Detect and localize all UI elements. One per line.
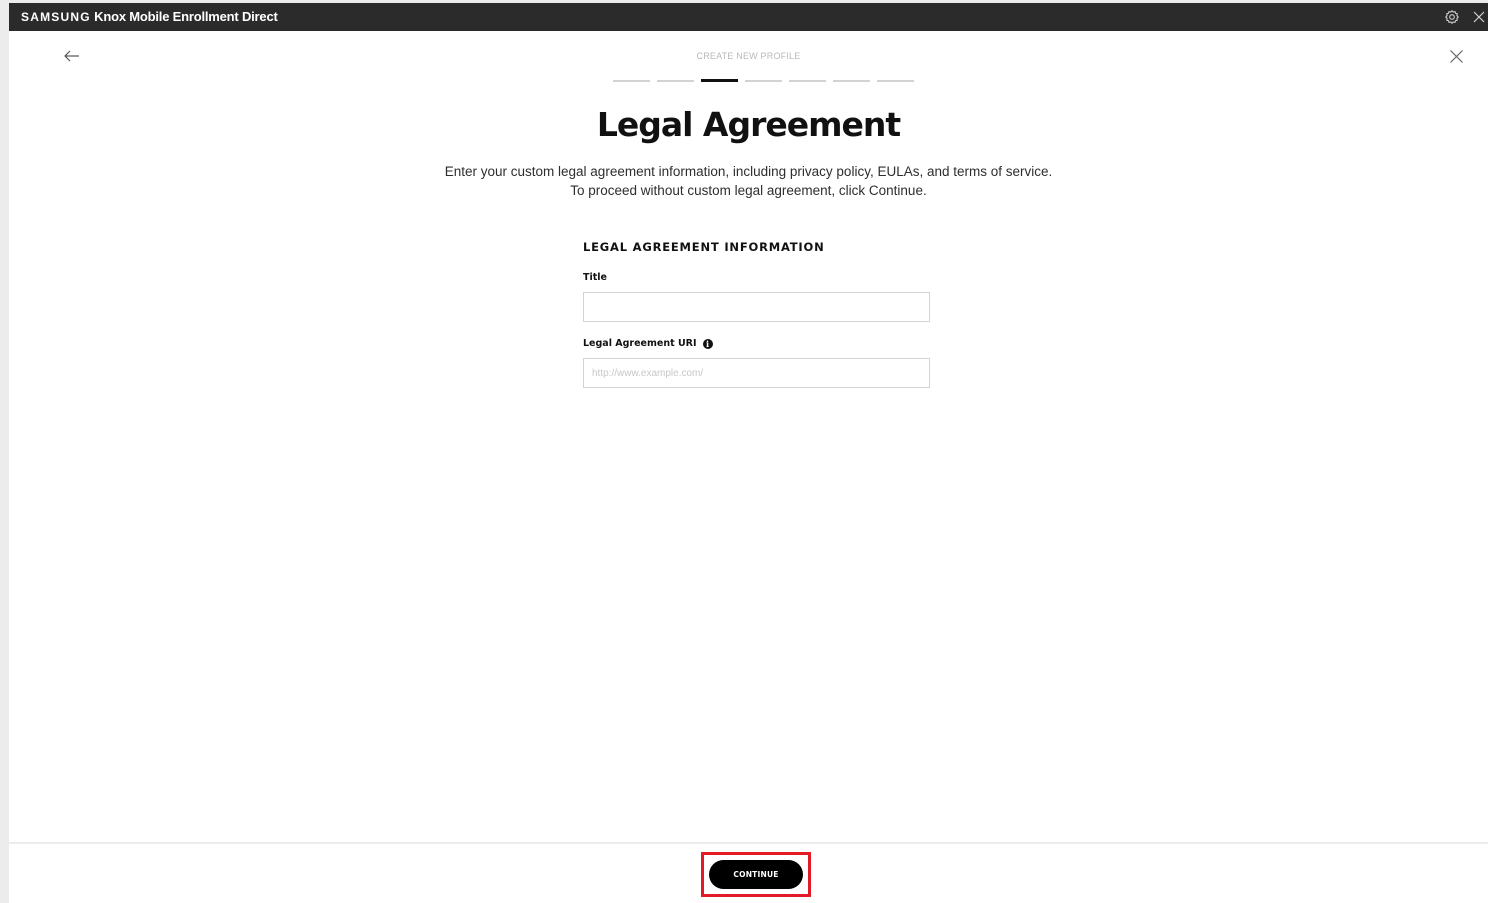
title-label: Title [583, 272, 607, 283]
description-line-1: Enter your custom legal agreement inform… [444, 164, 1053, 179]
gear-icon[interactable] [1444, 9, 1460, 25]
step-indicator [657, 80, 694, 82]
section-title: LEGAL AGREEMENT INFORMATION [583, 240, 825, 254]
info-icon[interactable]: i [702, 338, 713, 349]
step-indicator [877, 80, 914, 82]
app-title: SAMSUNG Knox Mobile Enrollment Direct [21, 9, 278, 24]
close-icon[interactable] [1449, 49, 1464, 64]
step-indicator [613, 80, 650, 82]
wizard-footer: CONTINUE [9, 844, 1488, 903]
step-progress-indicator [613, 79, 914, 83]
title-input[interactable] [583, 292, 930, 322]
continue-button-highlight: CONTINUE [701, 852, 811, 897]
continue-button[interactable]: CONTINUE [709, 860, 803, 889]
step-indicator [745, 80, 782, 82]
page-title: Legal Agreement [596, 105, 901, 144]
uri-label: Legal Agreement URI [583, 338, 697, 349]
wizard-title: CREATE NEW PROFILE [696, 51, 801, 61]
page-description: Enter your custom legal agreement inform… [9, 162, 1488, 200]
legal-agreement-uri-input[interactable] [583, 358, 930, 388]
step-indicator-active [701, 79, 738, 82]
wizard-main-panel: CREATE NEW PROFILE Legal Agreement Enter… [9, 31, 1488, 842]
app-title-text: Knox Mobile Enrollment Direct [90, 9, 278, 24]
description-line-2: To proceed without custom legal agreemen… [570, 183, 927, 198]
app-titlebar: SAMSUNG Knox Mobile Enrollment Direct [9, 3, 1488, 31]
uri-label-row: Legal Agreement URI i [583, 338, 713, 349]
step-indicator [789, 80, 826, 82]
step-indicator [833, 80, 870, 82]
window-close-icon[interactable] [1471, 9, 1487, 25]
samsung-wordmark: SAMSUNG [21, 10, 91, 24]
